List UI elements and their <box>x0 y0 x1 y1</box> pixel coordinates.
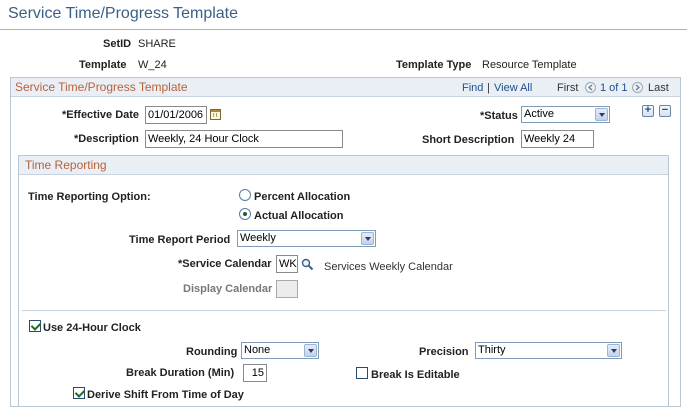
view-all-link[interactable]: View All <box>494 82 532 94</box>
precision-label: Precision <box>419 346 469 358</box>
template-label: Template <box>79 59 127 71</box>
service-calendar-description: Services Weekly Calendar <box>324 261 453 273</box>
chevron-down-icon <box>304 344 317 357</box>
use-24-hour-label: Use 24-Hour Clock <box>43 322 141 334</box>
time-reporting-group-header <box>19 156 668 175</box>
rounding-select[interactable]: None <box>241 342 319 359</box>
derive-shift-checkbox[interactable] <box>73 387 85 399</box>
setid-value: SHARE <box>138 38 176 50</box>
actual-allocation-radio[interactable] <box>239 208 251 220</box>
display-calendar-input <box>276 280 298 298</box>
add-row-button[interactable]: + <box>642 105 654 117</box>
percent-allocation-radio[interactable] <box>239 189 251 201</box>
short-description-label: Short Description <box>422 134 515 146</box>
precision-value: Thirty <box>478 344 506 356</box>
row-counter: 1 of 1 <box>600 82 628 94</box>
break-duration-input[interactable]: 15 <box>243 364 267 382</box>
status-label: *Status <box>480 110 518 122</box>
last-arrow-icon[interactable] <box>632 82 643 93</box>
setid-label: SetID <box>103 38 132 50</box>
delete-row-button[interactable]: − <box>659 105 671 117</box>
percent-allocation-label: Percent Allocation <box>254 191 351 203</box>
use-24-hour-checkbox[interactable] <box>29 320 41 332</box>
status-value: Active <box>524 108 554 120</box>
section-divider <box>22 310 666 311</box>
break-editable-label: Break Is Editable <box>371 369 460 381</box>
short-description-input[interactable]: Weekly 24 <box>521 130 594 148</box>
time-reporting-option-label: Time Reporting Option: <box>28 191 151 203</box>
derive-shift-label: Derive Shift From Time of Day <box>87 389 244 401</box>
lookup-icon[interactable] <box>301 258 314 271</box>
page-title: Service Time/Progress Template <box>8 5 239 22</box>
break-duration-label: Break Duration (Min) <box>126 367 235 379</box>
break-editable-checkbox[interactable] <box>356 367 368 379</box>
effective-date-label: *Effective Date <box>62 109 140 121</box>
rounding-value: None <box>244 344 271 356</box>
last-label: Last <box>648 82 669 94</box>
chevron-down-icon <box>361 232 374 245</box>
template-type-label: Template Type <box>396 59 472 71</box>
effective-date-input[interactable]: 01/01/2006 <box>145 106 207 124</box>
description-input[interactable]: Weekly, 24 Hour Clock <box>145 130 343 148</box>
nav-separator: | <box>487 82 490 94</box>
first-label: First <box>557 82 579 94</box>
status-select[interactable]: Active <box>521 106 610 123</box>
time-report-period-label: Time Report Period <box>129 234 231 246</box>
title-divider <box>0 29 687 30</box>
template-value: W_24 <box>138 59 167 71</box>
first-arrow-icon[interactable] <box>585 82 596 93</box>
calendar-icon[interactable] <box>210 109 221 120</box>
actual-allocation-label: Actual Allocation <box>254 210 344 222</box>
find-link[interactable]: Find <box>462 82 483 94</box>
precision-select[interactable]: Thirty <box>475 342 622 359</box>
time-report-period-value: Weekly <box>240 232 276 244</box>
template-group-title: Service Time/Progress Template <box>15 80 188 94</box>
time-report-period-select[interactable]: Weekly <box>237 230 376 247</box>
display-calendar-label: Display Calendar <box>183 283 273 295</box>
chevron-down-icon <box>607 344 620 357</box>
service-calendar-input[interactable]: WK <box>276 255 298 273</box>
description-label: *Description <box>74 133 139 145</box>
chevron-down-icon <box>595 108 608 121</box>
service-calendar-label: *Service Calendar <box>178 258 272 270</box>
rounding-label: Rounding <box>186 346 238 358</box>
template-type-value: Resource Template <box>482 59 577 71</box>
time-reporting-title: Time Reporting <box>25 158 107 172</box>
